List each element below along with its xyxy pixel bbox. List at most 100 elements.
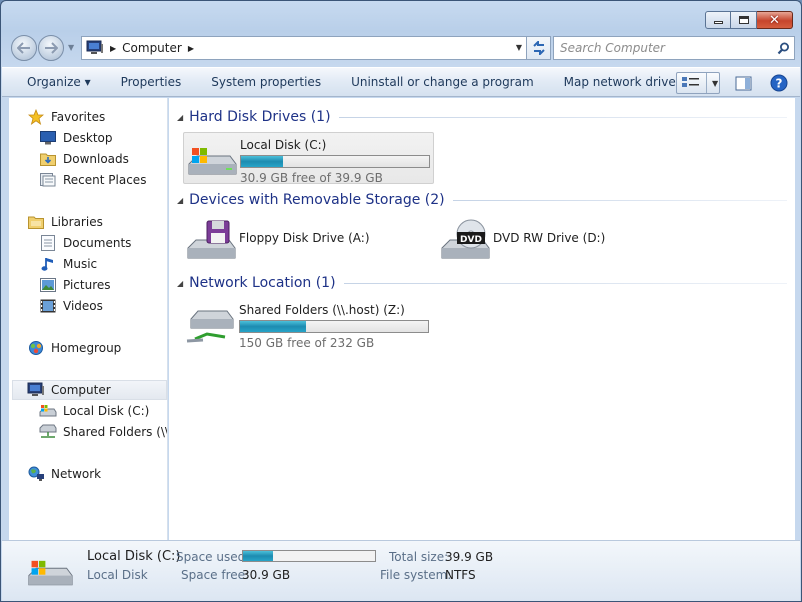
- drive-info: Shared Folders (\\.host) (Z:) 150 GB fre…: [239, 298, 429, 350]
- computer-icon: [86, 40, 103, 54]
- navigation-row: ▼ ▶ Computer ▶ ▼ Search Computer: [11, 35, 795, 61]
- system-properties-button[interactable]: System properties: [196, 67, 336, 97]
- group-title: Network Location (1): [189, 275, 336, 291]
- network-icon: [28, 466, 44, 481]
- sidebar-item-label: Videos: [63, 299, 103, 313]
- drive-free-space: 30.9 GB free of 39.9 GB: [240, 171, 383, 185]
- maximize-button[interactable]: [731, 11, 757, 29]
- breadcrumb-computer[interactable]: Computer: [122, 41, 182, 55]
- file-system-label: File system:: [380, 568, 452, 582]
- breadcrumb-chevron-icon[interactable]: ▶: [110, 44, 116, 53]
- sidebar-item-label: Computer: [51, 383, 111, 397]
- details-pane: Local Disk (C:) Local Disk Space used: S…: [2, 540, 800, 601]
- address-bar[interactable]: ▶ Computer ▶ ▼: [81, 36, 527, 60]
- group-header-hard-disks[interactable]: ◢ Hard Disk Drives (1): [177, 106, 787, 128]
- libraries-icon: [28, 216, 44, 229]
- forward-button[interactable]: [38, 35, 64, 61]
- space-free-label: Space free:: [181, 568, 250, 582]
- change-view-button[interactable]: ▼: [676, 72, 720, 94]
- maximize-icon: [738, 16, 749, 24]
- collapse-triangle-icon[interactable]: ◢: [177, 196, 183, 205]
- sidebar-item-label: Favorites: [51, 110, 106, 124]
- desktop-icon: [40, 131, 56, 145]
- sidebar-item-downloads[interactable]: Downloads: [39, 149, 129, 169]
- pictures-icon: [40, 278, 56, 292]
- drive-floppy-a[interactable]: Floppy Disk Drive (A:): [183, 215, 413, 267]
- sidebar-item-libraries[interactable]: Libraries: [27, 212, 103, 232]
- music-note-icon: [41, 258, 53, 271]
- explorer-window: ✕ ▼ ▶ Computer ▶ ▼ Search Computer Organ…: [0, 0, 802, 602]
- sidebar-item-label: Documents: [63, 236, 132, 250]
- sidebar-item-desktop[interactable]: Desktop: [39, 128, 113, 148]
- group-divider: [452, 199, 787, 201]
- forward-arrow-icon: [45, 42, 58, 54]
- sidebar-item-shared-folders[interactable]: Shared Folders (\\.host) (Z:): [39, 422, 167, 442]
- content-pane: ◢ Hard Disk Drives (1) Local Disk (C:) 3…: [169, 98, 795, 540]
- view-options-chevron-icon[interactable]: ▼: [712, 79, 718, 88]
- group-header-network[interactable]: ◢ Network Location (1): [177, 272, 787, 294]
- network-drive-icon: [186, 310, 234, 343]
- sidebar-item-network[interactable]: Network: [27, 464, 101, 484]
- close-button[interactable]: ✕: [757, 11, 793, 29]
- drive-name: Floppy Disk Drive (A:): [239, 231, 370, 245]
- navigation-pane: Favorites Desktop Downloads Recent Place…: [9, 98, 168, 540]
- properties-button[interactable]: Properties: [106, 67, 197, 97]
- sidebar-item-label: Downloads: [63, 152, 129, 166]
- recent-places-icon: [40, 173, 56, 187]
- command-bar: Organize ▾ Properties System properties …: [2, 67, 800, 97]
- recent-pages-chevron-icon[interactable]: ▼: [68, 43, 74, 52]
- help-button[interactable]: ?: [766, 72, 792, 94]
- sidebar-item-favorites[interactable]: Favorites: [27, 107, 105, 127]
- sidebar-item-music[interactable]: Music: [39, 254, 97, 274]
- drive-local-disk-c[interactable]: Local Disk (C:) 30.9 GB free of 39.9 GB: [183, 132, 434, 185]
- organize-menu[interactable]: Organize ▾: [2, 67, 106, 97]
- sidebar-item-label: Homegroup: [51, 341, 122, 355]
- search-input[interactable]: Search Computer: [554, 41, 772, 55]
- details-name: Local Disk (C:): [87, 549, 181, 564]
- sidebar-item-label: Desktop: [63, 131, 113, 145]
- search-box[interactable]: Search Computer: [553, 36, 795, 60]
- preview-pane-button[interactable]: [730, 72, 756, 94]
- sidebar-item-label: Shared Folders (\\.host) (Z:): [63, 425, 167, 439]
- star-icon: [28, 109, 44, 125]
- sidebar-item-pictures[interactable]: Pictures: [39, 275, 111, 295]
- close-icon: ✕: [769, 12, 780, 28]
- documents-icon: [41, 235, 55, 251]
- minimize-icon: [713, 21, 723, 24]
- drive-dvd-d[interactable]: DVD DVD RW Drive (D:): [437, 215, 667, 267]
- sidebar-item-recent-places[interactable]: Recent Places: [39, 170, 146, 190]
- dvd-badge: DVD: [460, 235, 482, 245]
- sidebar-item-label: Recent Places: [63, 173, 147, 187]
- sidebar-item-videos[interactable]: Videos: [39, 296, 103, 316]
- group-header-removable[interactable]: ◢ Devices with Removable Storage (2): [177, 189, 787, 211]
- drive-name: Local Disk (C:): [240, 138, 327, 152]
- map-network-drive-button[interactable]: Map network drive: [549, 67, 691, 97]
- view-separator: [706, 73, 707, 93]
- back-button[interactable]: [11, 35, 37, 61]
- breadcrumb-chevron-icon[interactable]: ▶: [188, 44, 194, 53]
- address-dropdown-icon[interactable]: ▼: [516, 43, 522, 52]
- sidebar-item-computer[interactable]: Computer: [12, 380, 167, 400]
- preview-pane-icon: [735, 76, 751, 90]
- dvd-drive-icon: DVD: [441, 219, 490, 259]
- sidebar-item-label: Pictures: [63, 278, 111, 292]
- usage-fill: [240, 321, 307, 332]
- space-free-value: 30.9 GB: [242, 568, 291, 582]
- group-divider: [343, 282, 787, 284]
- refresh-button[interactable]: [527, 36, 551, 60]
- group-divider: [338, 116, 787, 118]
- search-button[interactable]: [772, 42, 794, 55]
- sidebar-item-label: Local Disk (C:): [63, 404, 150, 418]
- drive-name: DVD RW Drive (D:): [493, 231, 606, 245]
- sidebar-item-homegroup[interactable]: Homegroup: [27, 338, 121, 358]
- sidebar-item-documents[interactable]: Documents: [39, 233, 131, 253]
- collapse-triangle-icon[interactable]: ◢: [177, 113, 183, 122]
- drive-shared-folders-z[interactable]: Shared Folders (\\.host) (Z:) 150 GB fre…: [183, 298, 434, 350]
- drive-free-space: 150 GB free of 232 GB: [239, 336, 375, 350]
- minimize-button[interactable]: [705, 11, 731, 29]
- videos-icon: [40, 299, 56, 313]
- uninstall-program-button[interactable]: Uninstall or change a program: [336, 67, 549, 97]
- collapse-triangle-icon[interactable]: ◢: [177, 279, 183, 288]
- sidebar-item-local-disk[interactable]: Local Disk (C:): [39, 401, 149, 421]
- group-title: Hard Disk Drives (1): [189, 109, 331, 125]
